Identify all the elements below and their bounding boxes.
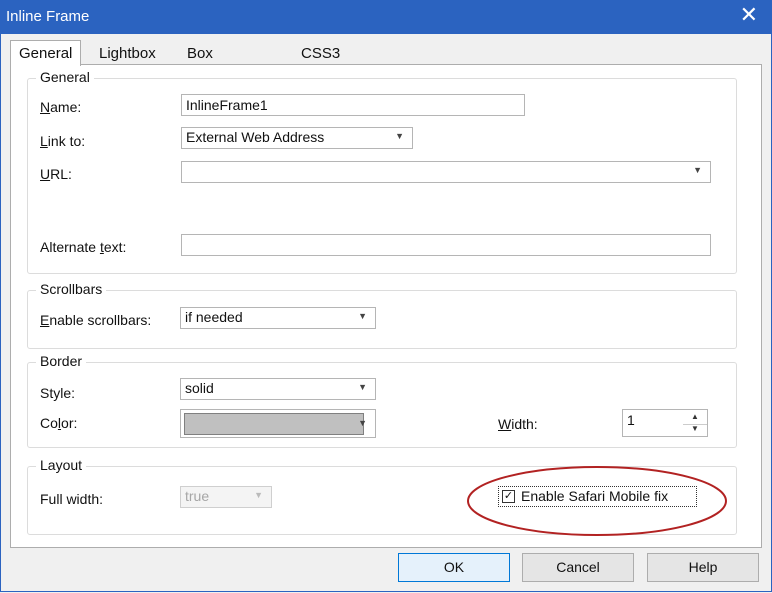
border-group: Border Style: solid ▼ Color: ▼ Width: 1 …	[27, 353, 737, 448]
chevron-down-icon: ▼	[358, 418, 367, 428]
width-label: Width:	[498, 416, 538, 432]
name-label-rest: ame:	[50, 99, 82, 115]
border-color-picker[interactable]: ▼	[180, 409, 376, 438]
border-legend: Border	[36, 353, 87, 369]
url-label-rest: RL:	[50, 166, 72, 182]
border-style-select[interactable]: solid ▼	[180, 378, 376, 400]
close-icon[interactable]: ✕	[740, 3, 758, 27]
color-label: Color:	[40, 415, 77, 431]
color-label-rest: or:	[61, 415, 78, 431]
enable-scrollbars-label: Enable scrollbars:	[40, 312, 151, 328]
color-label-prefix: Co	[40, 415, 58, 431]
tab-css3-animation[interactable]: CSS3 Animation	[299, 43, 370, 84]
tab-box-shadow[interactable]: Box Shadow	[185, 43, 243, 84]
link-to-select[interactable]: External Web Address ▼	[181, 127, 413, 149]
scrollbars-legend: Scrollbars	[36, 281, 107, 297]
width-label-accel: W	[498, 416, 512, 432]
link-to-label-accel: L	[40, 133, 48, 149]
border-width-stepper[interactable]: 1 ▲ ▼	[622, 409, 708, 437]
cancel-button[interactable]: Cancel	[522, 553, 634, 582]
alternate-text-prefix: Alternate	[40, 239, 100, 255]
tab-general[interactable]: General	[10, 40, 82, 66]
alternate-text-rest: ext:	[103, 239, 127, 255]
alternate-text-label: Alternate text:	[40, 239, 126, 255]
enable-scrollbars-select[interactable]: if needed ▼	[180, 307, 376, 329]
chevron-down-icon: ▼	[358, 382, 367, 392]
link-to-value: External Web Address	[186, 129, 325, 145]
url-label: URL:	[40, 166, 72, 182]
tab-lightbox[interactable]: Lightbox	[97, 43, 158, 65]
chevron-down-icon: ▼	[395, 131, 404, 141]
help-button[interactable]: Help	[647, 553, 759, 582]
color-swatch	[184, 413, 364, 435]
chevron-down-icon: ▼	[254, 490, 263, 500]
full-width-select: true ▼	[180, 486, 272, 508]
title-bar: Inline Frame ✕	[0, 0, 772, 34]
chevron-down-icon: ▼	[358, 311, 367, 321]
url-combobox[interactable]: ▼	[181, 161, 711, 183]
window-title: Inline Frame	[6, 8, 90, 25]
full-width-label: Full width:	[40, 491, 104, 507]
border-style-value: solid	[185, 380, 214, 396]
enable-scrollbars-value: if needed	[185, 309, 243, 325]
chevron-down-icon: ▼	[693, 165, 702, 175]
style-label: Style:	[40, 385, 76, 401]
alternate-text-input[interactable]	[181, 234, 711, 256]
general-legend: General	[36, 69, 94, 85]
link-to-label: Link to:	[40, 133, 85, 149]
enable-scrollbars-accel: E	[40, 312, 50, 328]
url-label-accel: U	[40, 166, 51, 182]
name-input[interactable]: InlineFrame1	[181, 94, 525, 116]
link-to-label-rest: ink to:	[47, 133, 86, 149]
width-label-rest: idth:	[511, 416, 538, 432]
ok-button[interactable]: OK	[398, 553, 510, 582]
name-label: Name:	[40, 99, 81, 115]
general-group: General Name: InlineFrame1 Link to: Exte…	[27, 69, 737, 274]
full-width-value: true	[185, 488, 210, 504]
scrollbars-group: Scrollbars Enable scrollbars: if needed …	[27, 281, 737, 349]
annotation-ellipse	[467, 466, 727, 536]
layout-legend: Layout	[36, 457, 87, 473]
border-width-value: 1	[627, 412, 635, 428]
enable-scrollbars-rest: nable scrollbars:	[49, 312, 152, 328]
spin-down-icon[interactable]: ▼	[683, 422, 707, 436]
name-label-accel: N	[40, 99, 51, 115]
